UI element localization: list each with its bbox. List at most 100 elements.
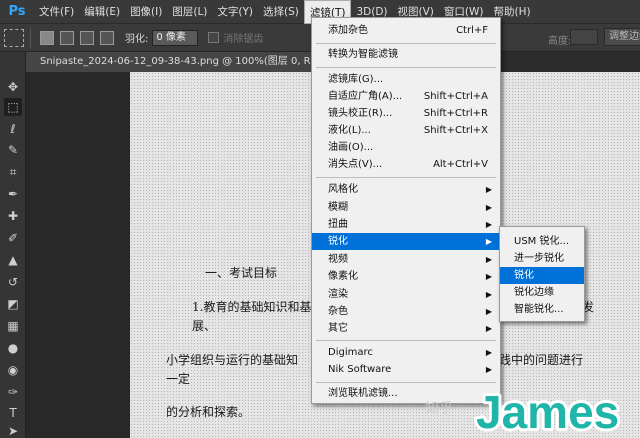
- feather-input[interactable]: 0 像素: [152, 29, 199, 46]
- menu-item-browse-online-filters[interactable]: 浏览联机滤镜...: [312, 385, 500, 402]
- menu-item-video[interactable]: 视频 ▶: [312, 251, 500, 268]
- new-selection-icon[interactable]: [40, 30, 54, 45]
- eyedropper-tool-icon[interactable]: ✒: [4, 185, 22, 203]
- menu-item-vanishing-point[interactable]: 消失点(V)... Alt+Ctrl+V: [312, 156, 500, 173]
- menu-item-label: 扭曲: [328, 219, 348, 230]
- menu-item-liquify[interactable]: 液化(L)... Shift+Ctrl+X: [312, 122, 500, 139]
- shortcut-label: Ctrl+F: [456, 25, 488, 36]
- add-selection-icon[interactable]: [60, 30, 74, 45]
- menu-item-blur[interactable]: 模糊 ▶: [312, 199, 500, 216]
- menu-item-sharpen[interactable]: 锐化 ▶: [312, 233, 500, 250]
- healing-brush-tool-icon[interactable]: ✚: [4, 207, 22, 225]
- submenu-item-smart-sharpen[interactable]: 智能锐化...: [500, 301, 584, 318]
- shortcut-label: Shift+Ctrl+R: [423, 108, 488, 119]
- quick-selection-tool-icon[interactable]: ✎: [4, 141, 22, 159]
- submenu-arrow-icon: ▶: [485, 255, 492, 264]
- menu-file[interactable]: 文件(F): [34, 0, 79, 24]
- shortcut-label: Shift+Ctrl+A: [423, 91, 488, 102]
- marquee-tool-icon[interactable]: ⬚: [4, 98, 22, 116]
- menu-separator: [316, 177, 496, 178]
- menu-item-stylize[interactable]: 风格化 ▶: [312, 181, 500, 198]
- submenu-arrow-icon: ▶: [485, 290, 492, 299]
- intersect-selection-icon[interactable]: [100, 30, 114, 45]
- menu-item-distort[interactable]: 扭曲 ▶: [312, 216, 500, 233]
- brush-tool-icon[interactable]: ✐: [4, 229, 22, 247]
- menu-item-label: 锐化: [328, 236, 348, 247]
- shortcut-label: Shift+Ctrl+X: [423, 125, 488, 136]
- menu-item-label: 镜头校正(R)...: [328, 108, 393, 119]
- menu-item-pixelate[interactable]: 像素化 ▶: [312, 268, 500, 285]
- eraser-tool-icon[interactable]: ◩: [4, 295, 22, 313]
- refine-edge-button[interactable]: 调整边缘: [604, 28, 640, 46]
- photoshop-logo: Ps: [8, 3, 26, 19]
- submenu-arrow-icon: ▶: [485, 237, 492, 246]
- menu-item-label: 消失点(V)...: [328, 159, 383, 170]
- marquee-tool-preset-icon[interactable]: [4, 28, 24, 47]
- menu-item-digimarc[interactable]: Digimarc ▶: [312, 344, 500, 361]
- clone-stamp-tool-icon[interactable]: ▲: [4, 251, 22, 269]
- antialias-checkbox[interactable]: [208, 32, 220, 43]
- history-brush-tool-icon[interactable]: ↺: [4, 273, 22, 291]
- paper-line-3b: 践中的问题进行: [499, 353, 584, 367]
- path-selection-tool-icon[interactable]: ➤: [4, 422, 22, 438]
- menu-item-label: 液化(L)...: [328, 125, 371, 136]
- menu-item-label: 其它: [328, 323, 348, 334]
- menu-item-add-noise-last[interactable]: 添加杂色 Ctrl+F: [312, 22, 500, 39]
- menu-item-label: 视频: [328, 254, 348, 265]
- menu-item-convert-smart-filters[interactable]: 转换为智能滤镜: [312, 46, 500, 63]
- gradient-tool-icon[interactable]: ▦: [4, 317, 22, 335]
- submenu-item-sharpen[interactable]: 锐化: [500, 267, 584, 284]
- menu-item-render[interactable]: 渲染 ▶: [312, 286, 500, 303]
- document-tab[interactable]: Snipaste_2024-06-12_09-38-43.png @ 100%(…: [26, 52, 326, 72]
- menu-item-label: 自适应广角(A)...: [328, 91, 403, 102]
- crop-tool-icon[interactable]: ⌗: [4, 163, 22, 181]
- move-tool-icon[interactable]: ✥: [4, 78, 22, 96]
- menu-item-label: 像素化: [328, 271, 358, 282]
- menu-item-label: 模糊: [328, 202, 348, 213]
- menu-item-oil-paint[interactable]: 油画(O)...: [312, 139, 500, 156]
- dodge-tool-icon[interactable]: ◉: [4, 361, 22, 379]
- antialias-label: 消除锯齿: [223, 34, 264, 45]
- feather-label: 羽化:: [125, 34, 149, 45]
- paper-heading: 一、考试目标: [205, 266, 278, 280]
- submenu-item-sharpen-edges[interactable]: 锐化边缘: [500, 284, 584, 301]
- height-input[interactable]: [570, 29, 598, 45]
- svg-text:James: James: [476, 386, 619, 438]
- menu-item-label: 杂色: [328, 306, 348, 317]
- photoshop-window: Ps 文件(F) 编辑(E) 图像(I) 图层(L) 文字(Y) 选择(S) 滤…: [0, 0, 640, 438]
- submenu-item-sharpen-more[interactable]: 进一步锐化: [500, 250, 584, 267]
- pen-tool-icon[interactable]: ✑: [4, 383, 22, 401]
- divider: [30, 27, 31, 48]
- submenu-arrow-icon: ▶: [485, 307, 492, 316]
- blur-tool-icon[interactable]: ●: [4, 339, 22, 357]
- type-tool-icon[interactable]: T: [4, 404, 22, 422]
- subtract-selection-icon[interactable]: [80, 30, 94, 45]
- lasso-tool-icon[interactable]: ℓ: [4, 120, 22, 138]
- menu-item-other[interactable]: 其它 ▶: [312, 320, 500, 337]
- menu-item-label: 油画(O)...: [328, 142, 374, 153]
- menu-type[interactable]: 文字(Y): [212, 0, 258, 24]
- menu-layer[interactable]: 图层(L): [167, 0, 212, 24]
- submenu-arrow-icon: ▶: [485, 324, 492, 333]
- submenu-arrow-icon: ▶: [485, 348, 492, 357]
- paper-line-3a: 小学组织与运行的基础知: [166, 353, 299, 367]
- menu-separator: [316, 67, 496, 68]
- paper-line-5: 的分析和探索。: [166, 405, 251, 419]
- menu-item-nik-software[interactable]: Nik Software ▶: [312, 361, 500, 378]
- height-label: 高度:: [548, 36, 572, 47]
- sharpen-submenu: USM 锐化... 进一步锐化 锐化 锐化边缘 智能锐化...: [499, 226, 585, 322]
- menu-edit[interactable]: 编辑(E): [79, 0, 125, 24]
- menu-select[interactable]: 选择(S): [258, 0, 304, 24]
- menu-item-label: Nik Software: [328, 364, 392, 375]
- menu-item-filter-gallery[interactable]: 滤镜库(G)...: [312, 71, 500, 88]
- paper-line-2: 展、: [192, 319, 217, 333]
- submenu-arrow-icon: ▶: [485, 203, 492, 212]
- menu-separator: [316, 340, 496, 341]
- menu-item-noise[interactable]: 杂色 ▶: [312, 303, 500, 320]
- menu-item-label: 转换为智能滤镜: [328, 49, 398, 60]
- submenu-item-usm-sharpen[interactable]: USM 锐化...: [500, 233, 584, 250]
- tools-panel: ✥ ⬚ ℓ ✎ ⌗ ✒ ✚ ✐ ▲ ↺ ◩ ▦ ● ◉ ✑ T ➤: [0, 52, 26, 438]
- menu-item-lens-correction[interactable]: 镜头校正(R)... Shift+Ctrl+R: [312, 105, 500, 122]
- menu-image[interactable]: 图像(I): [125, 0, 167, 24]
- menu-item-adaptive-wide-angle[interactable]: 自适应广角(A)... Shift+Ctrl+A: [312, 88, 500, 105]
